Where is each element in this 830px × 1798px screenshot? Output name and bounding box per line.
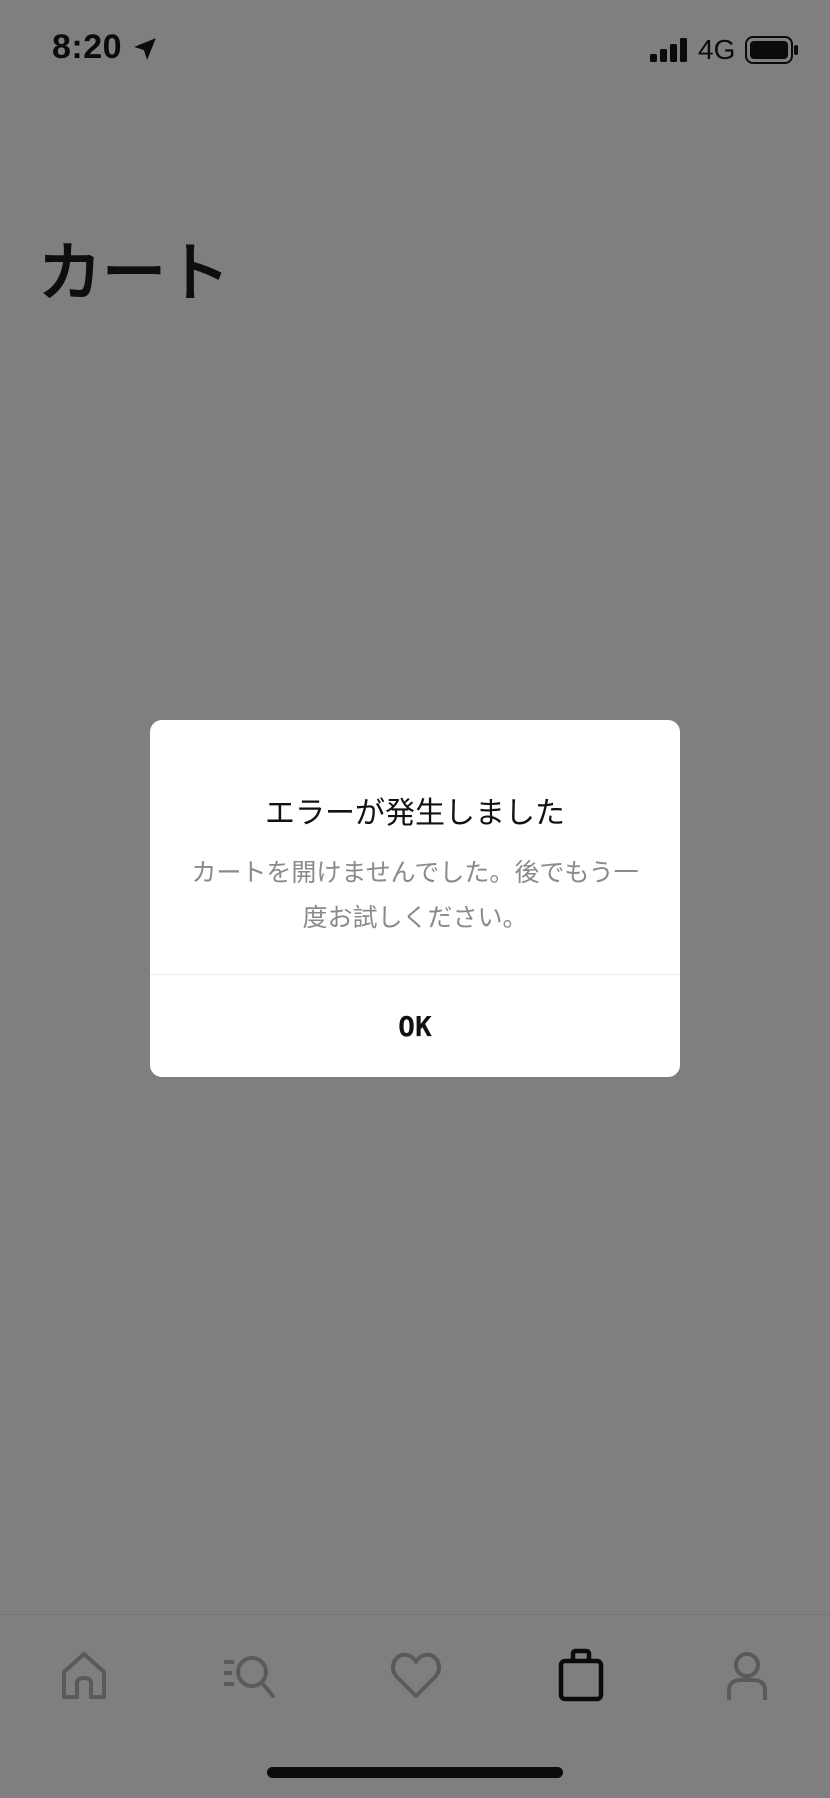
- status-bar: 8:20 4G: [0, 0, 830, 100]
- battery-icon: [745, 36, 798, 64]
- ok-button[interactable]: OK: [150, 975, 680, 1077]
- bag-icon: [558, 1648, 604, 1702]
- tab-home[interactable]: [54, 1645, 114, 1705]
- home-icon: [62, 1652, 106, 1699]
- heart-icon: [390, 1652, 442, 1698]
- tab-favorites[interactable]: [386, 1645, 446, 1705]
- home-indicator[interactable]: [267, 1767, 563, 1778]
- signal-icon: [650, 38, 687, 62]
- tab-search[interactable]: [220, 1645, 280, 1705]
- tab-account[interactable]: [717, 1645, 777, 1705]
- status-time: 8:20: [52, 28, 123, 66]
- network-type: 4G: [698, 34, 736, 65]
- search-icon: [224, 1656, 275, 1698]
- location-arrow-icon: [134, 38, 156, 60]
- dialog-title: エラーが発生しました: [265, 796, 565, 831]
- page-title: カート: [38, 237, 230, 311]
- error-dialog: エラーが発生しました カートを開けませんでした。後でもう一度お試しください。 O…: [150, 720, 680, 1077]
- tab-cart[interactable]: [551, 1645, 611, 1705]
- person-icon: [727, 1652, 767, 1700]
- dialog-message: カートを開けませんでした。後でもう一度お試しください。: [191, 858, 639, 932]
